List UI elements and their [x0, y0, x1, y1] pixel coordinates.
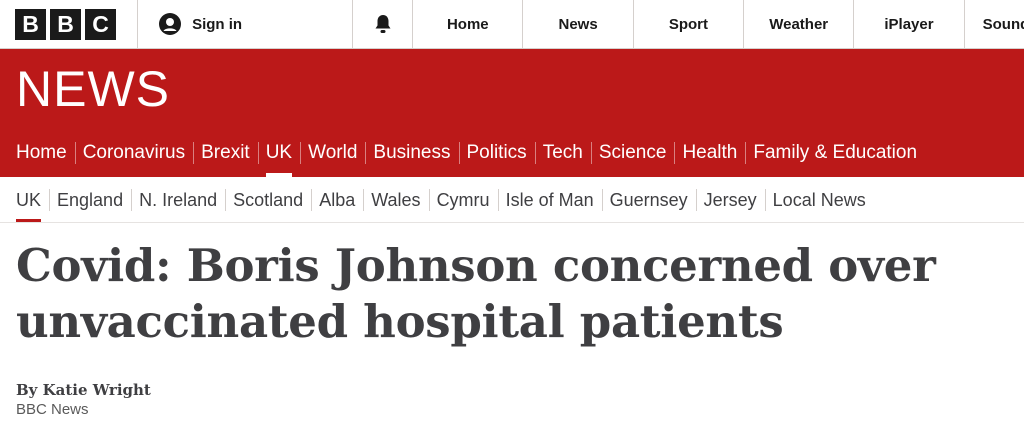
- global-navigation-bar: B B C Sign in Home News Sport Weather iP…: [0, 0, 1024, 49]
- sub-navigation: UK England N. Ireland Scotland Alba Wale…: [0, 177, 1024, 223]
- section-tab-family-education[interactable]: Family & Education: [745, 129, 925, 177]
- global-link-sounds[interactable]: Sounds: [965, 0, 1024, 48]
- global-link-news[interactable]: News: [523, 0, 634, 48]
- subnav-tab-jersey[interactable]: Jersey: [695, 177, 765, 223]
- bell-icon: [375, 15, 391, 33]
- section-tab-health[interactable]: Health: [674, 129, 745, 177]
- bbc-logo[interactable]: B B C: [0, 0, 139, 48]
- byline-author: By Katie Wright: [16, 381, 151, 399]
- section-tab-politics[interactable]: Politics: [458, 129, 535, 177]
- bbc-logo-letter: B: [15, 8, 46, 40]
- bbc-logo-letter: C: [85, 8, 116, 40]
- headline-line: Covid: Boris Johnson concerned over: [16, 239, 936, 292]
- section-tab-home[interactable]: Home: [8, 129, 75, 177]
- subnav-tab-england[interactable]: England: [49, 177, 131, 223]
- news-wordmark[interactable]: NEWS: [16, 64, 170, 114]
- subnav-tab-cymru[interactable]: Cymru: [428, 177, 498, 223]
- subnav-tab-n-ireland[interactable]: N. Ireland: [131, 177, 225, 223]
- section-tab-business[interactable]: Business: [365, 129, 458, 177]
- user-icon: [159, 13, 182, 35]
- headline-line: unvaccinated hospital patients: [16, 295, 784, 348]
- subnav-tab-isle-of-man[interactable]: Isle of Man: [497, 177, 602, 223]
- section-tab-science[interactable]: Science: [590, 129, 675, 177]
- global-link-sport[interactable]: Sport: [634, 0, 745, 48]
- section-tab-tech[interactable]: Tech: [534, 129, 591, 177]
- byline-organisation: BBC News: [16, 401, 89, 418]
- section-tab-coronavirus[interactable]: Coronavirus: [74, 129, 193, 177]
- subnav-tab-guernsey[interactable]: Guernsey: [601, 177, 696, 223]
- notifications-button[interactable]: [353, 0, 414, 48]
- subnav-tab-scotland[interactable]: Scotland: [225, 177, 311, 223]
- section-tab-world[interactable]: World: [300, 129, 365, 177]
- bbc-logo-letter: B: [50, 8, 81, 40]
- sign-in-label: Sign in: [192, 15, 243, 33]
- subnav-tab-wales[interactable]: Wales: [363, 177, 428, 223]
- global-link-weather[interactable]: Weather: [744, 0, 855, 48]
- subnav-tab-local-news[interactable]: Local News: [764, 177, 874, 223]
- global-link-iplayer[interactable]: iPlayer: [854, 0, 965, 48]
- divider: [0, 222, 1024, 223]
- sign-in-button[interactable]: Sign in: [138, 0, 354, 48]
- subnav-tab-alba[interactable]: Alba: [311, 177, 363, 223]
- section-tab-brexit[interactable]: Brexit: [193, 129, 258, 177]
- section-tab-uk[interactable]: UK: [257, 129, 300, 177]
- article-headline: Covid: Boris Johnson concerned over unva…: [16, 238, 1016, 350]
- subnav-tab-uk[interactable]: UK: [8, 177, 49, 223]
- global-link-home[interactable]: Home: [413, 0, 524, 48]
- section-navigation: Home Coronavirus Brexit UK World Busines…: [0, 129, 1024, 177]
- news-banner: NEWS: [0, 49, 1024, 129]
